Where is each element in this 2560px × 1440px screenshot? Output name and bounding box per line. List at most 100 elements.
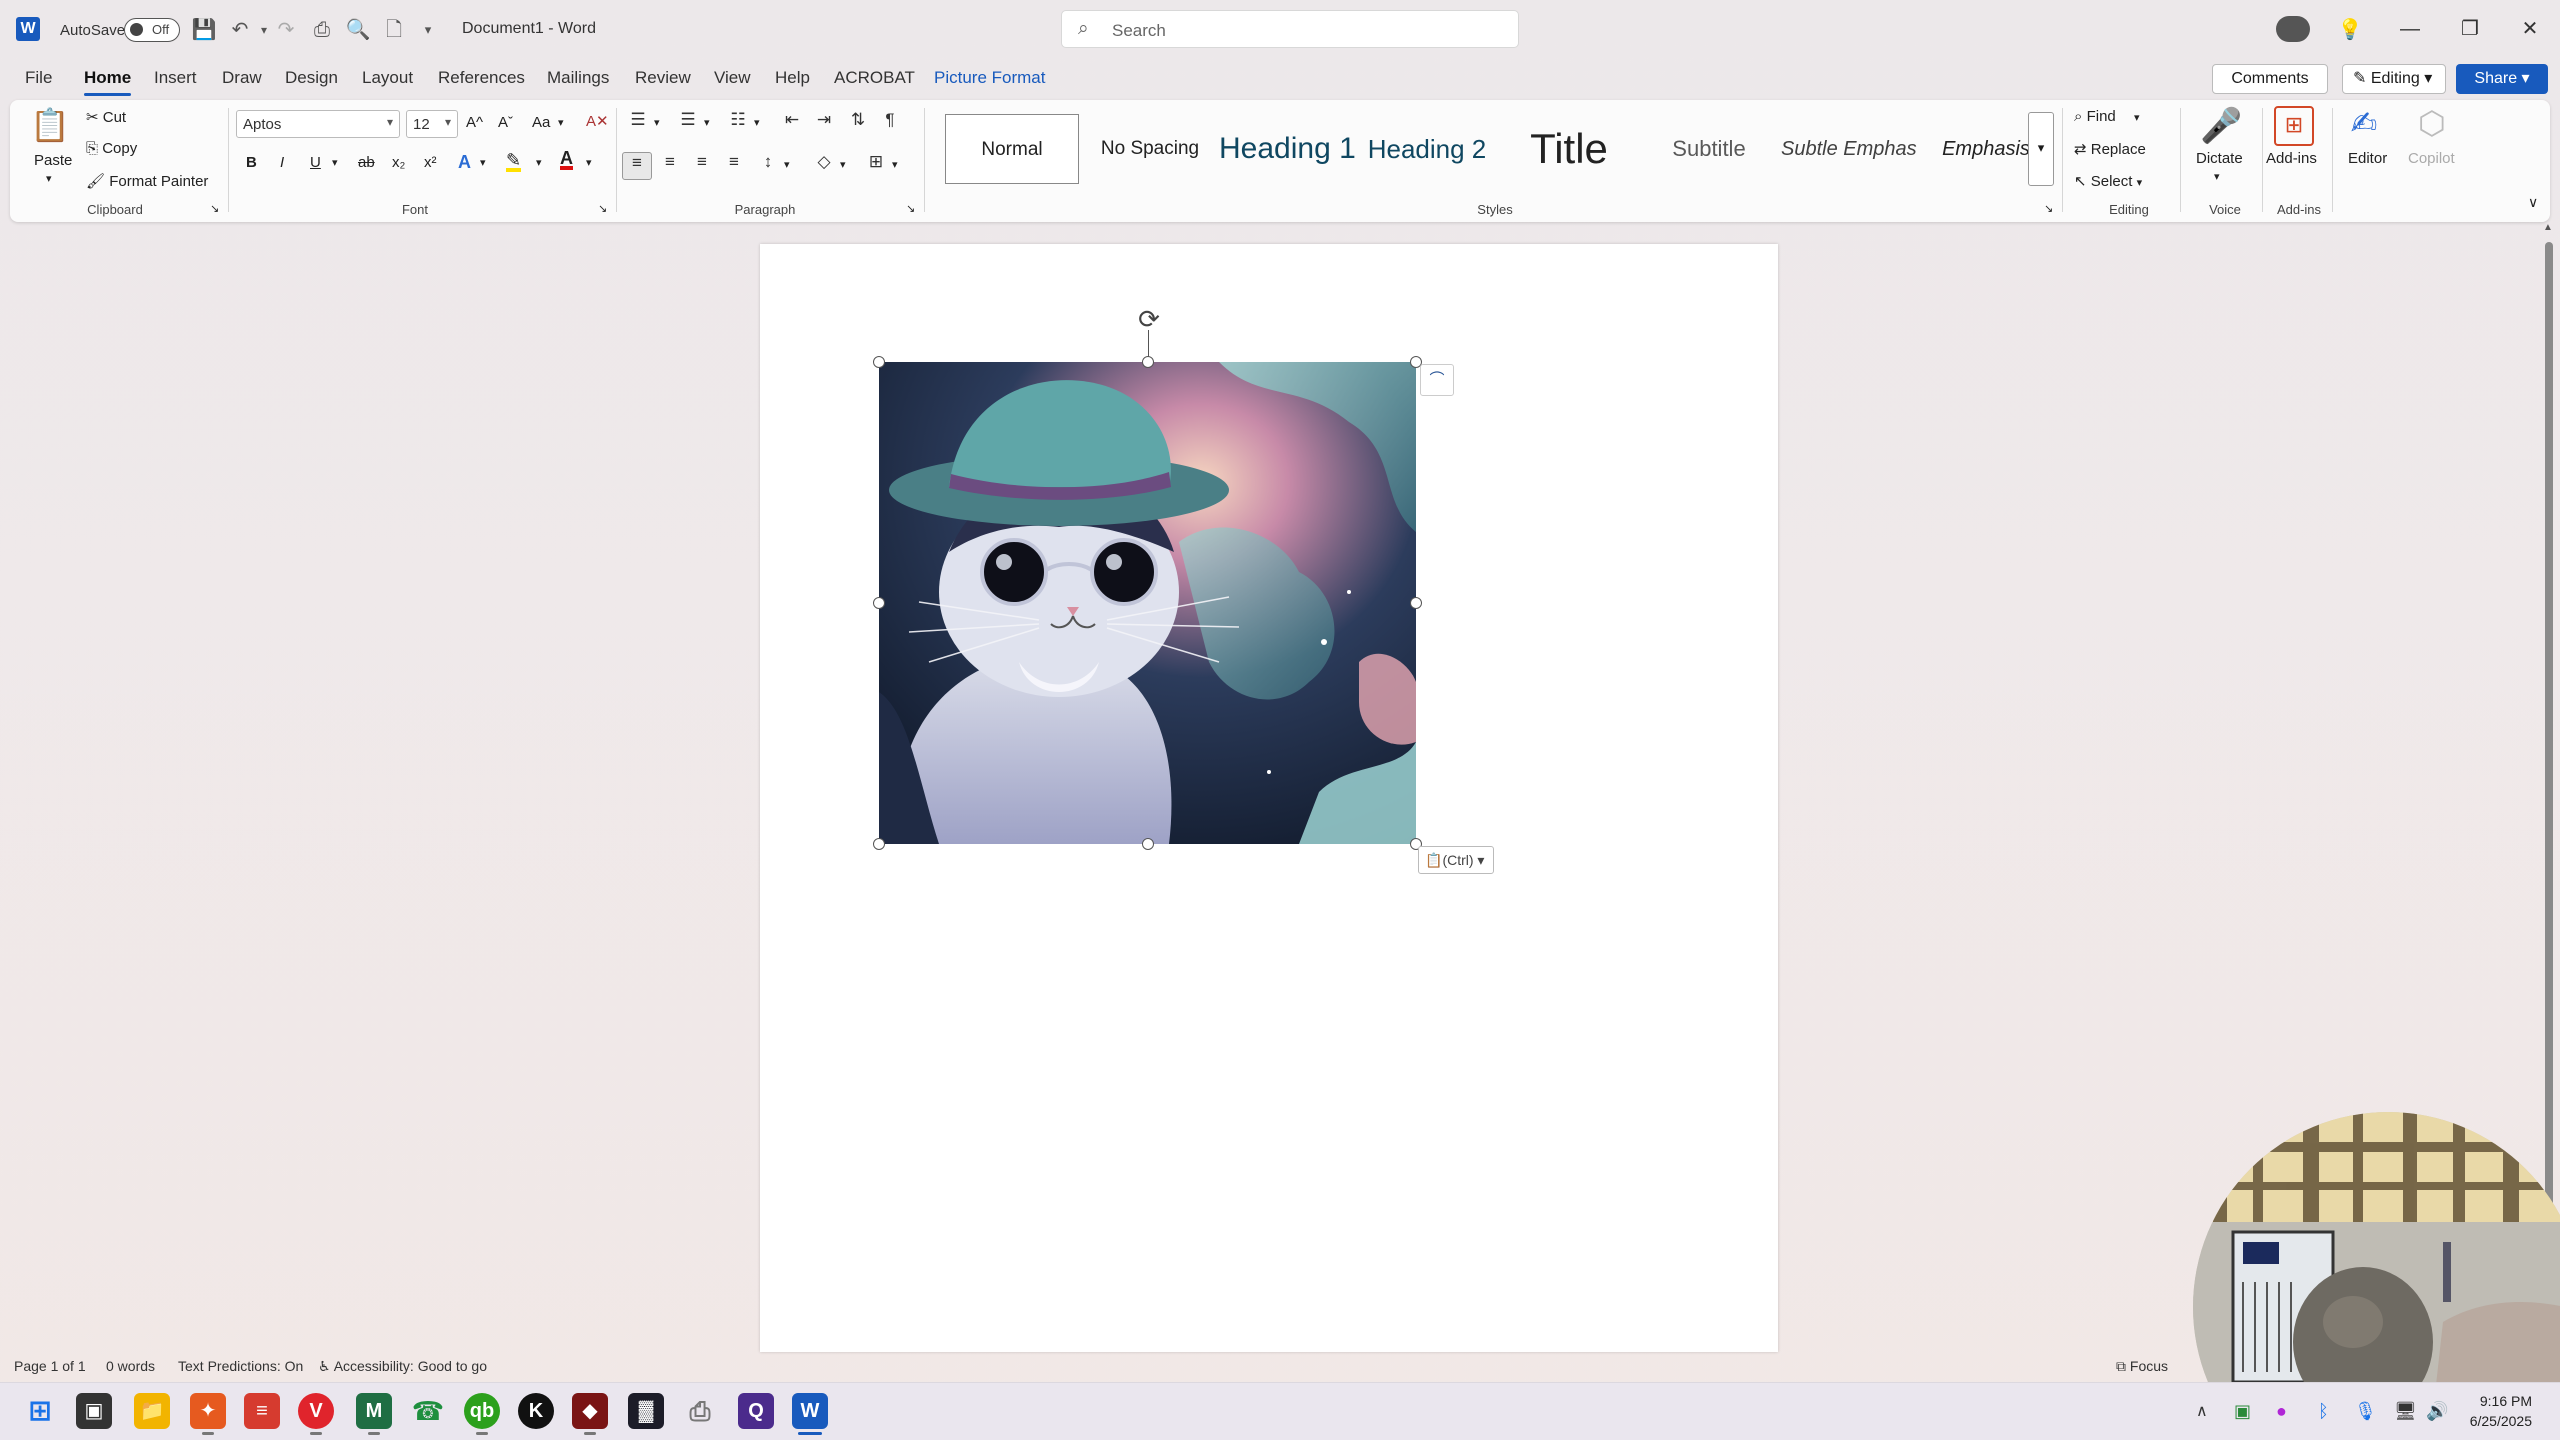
tab-file[interactable]: File bbox=[25, 68, 52, 88]
tab-view[interactable]: View bbox=[714, 68, 751, 88]
bullets-icon[interactable]: ☰ bbox=[624, 110, 652, 130]
cut-button[interactable]: ✂ Cut bbox=[86, 108, 126, 126]
layout-options-icon[interactable]: ⌒ bbox=[1420, 364, 1454, 396]
paste-button[interactable]: Paste bbox=[34, 152, 72, 169]
dictate-button[interactable]: Dictate bbox=[2196, 150, 2243, 167]
word-taskbar-icon[interactable]: W bbox=[792, 1393, 828, 1429]
redo-icon[interactable]: ↷ bbox=[272, 16, 300, 44]
editor-icon[interactable]: ✍ bbox=[2344, 104, 2384, 142]
resize-handle-left[interactable] bbox=[873, 597, 885, 609]
multilevel-dropdown-icon[interactable]: ▾ bbox=[754, 116, 760, 129]
todoist-icon[interactable]: ≡ bbox=[244, 1393, 280, 1429]
align-center-icon[interactable]: ≡ bbox=[656, 152, 684, 172]
lightbulb-icon[interactable]: 💡 bbox=[2336, 16, 2364, 44]
paste-dropdown-icon[interactable]: ▾ bbox=[46, 172, 52, 185]
font-color-icon[interactable]: A bbox=[560, 149, 573, 170]
customize-qat-icon[interactable]: ▾ bbox=[414, 16, 442, 44]
app-dark-icon[interactable]: ▓ bbox=[628, 1393, 664, 1429]
autosave-toggle[interactable]: Off bbox=[124, 18, 180, 42]
tab-layout[interactable]: Layout bbox=[362, 68, 413, 88]
addins-icon[interactable]: ⊞ bbox=[2274, 106, 2314, 146]
resize-handle-top[interactable] bbox=[1142, 356, 1154, 368]
line-spacing-dropdown-icon[interactable]: ▾ bbox=[784, 158, 790, 171]
style-heading-1[interactable]: Heading 1 bbox=[1219, 114, 1355, 184]
share-button[interactable]: Share ▾ bbox=[2456, 64, 2548, 94]
copilot-button[interactable]: Copilot bbox=[2408, 150, 2455, 167]
change-case-dropdown-icon[interactable]: ▾ bbox=[558, 116, 564, 129]
tab-references[interactable]: References bbox=[438, 68, 525, 88]
tray-color-icon[interactable]: ● bbox=[2276, 1401, 2287, 1422]
collapse-ribbon-icon[interactable]: ∨ bbox=[2528, 194, 2538, 211]
change-case-button[interactable]: Aa bbox=[532, 114, 550, 131]
task-view-icon[interactable]: ▣ bbox=[76, 1393, 112, 1429]
save-icon[interactable]: 💾 bbox=[190, 16, 218, 44]
bullets-dropdown-icon[interactable]: ▾ bbox=[654, 116, 660, 129]
line-spacing-icon[interactable]: ↕ bbox=[754, 152, 782, 172]
borders-dropdown-icon[interactable]: ▾ bbox=[892, 158, 898, 171]
align-right-icon[interactable]: ≡ bbox=[688, 152, 716, 172]
style-normal[interactable]: Normal bbox=[945, 114, 1079, 184]
printer-icon[interactable]: ⎙ bbox=[682, 1393, 718, 1429]
microphone-icon[interactable]: 🎤 bbox=[2200, 106, 2242, 146]
styles-launcher-icon[interactable]: ↘ bbox=[2044, 202, 2053, 215]
clear-formatting-icon[interactable]: A✕ bbox=[586, 112, 609, 130]
show-hidden-icons-icon[interactable]: ∧ bbox=[2196, 1401, 2208, 1421]
style-subtitle[interactable]: Subtitle bbox=[1641, 114, 1777, 184]
tab-draw[interactable]: Draw bbox=[222, 68, 262, 88]
subscript-button[interactable]: x₂ bbox=[392, 154, 405, 171]
phone-icon[interactable]: ☎ bbox=[410, 1393, 446, 1429]
app-purple-icon[interactable]: Q bbox=[738, 1393, 774, 1429]
numbering-dropdown-icon[interactable]: ▾ bbox=[704, 116, 710, 129]
paste-options-button[interactable]: 📋(Ctrl) ▾ bbox=[1418, 846, 1494, 874]
select-button[interactable]: ↖ Select ▾ bbox=[2074, 172, 2142, 190]
highlight-dropdown-icon[interactable]: ▾ bbox=[536, 156, 542, 169]
font-color-dropdown-icon[interactable]: ▾ bbox=[586, 156, 592, 169]
justify-icon[interactable]: ≡ bbox=[720, 152, 748, 172]
resize-handle-bottom-left[interactable] bbox=[873, 838, 885, 850]
vertical-scrollbar[interactable]: ▲ bbox=[2540, 222, 2560, 1367]
increase-indent-icon[interactable]: ⇥ bbox=[810, 110, 838, 130]
text-predictions[interactable]: Text Predictions: On bbox=[178, 1358, 303, 1374]
italic-button[interactable]: I bbox=[280, 154, 284, 171]
style-subtle-emphasis[interactable]: Subtle Emphasis bbox=[1781, 114, 1917, 184]
tab-review[interactable]: Review bbox=[635, 68, 691, 88]
numbering-icon[interactable]: ☰ bbox=[674, 110, 702, 130]
search-box[interactable]: ⌕ Search bbox=[1061, 10, 1519, 48]
paragraph-launcher-icon[interactable]: ↘ bbox=[906, 202, 915, 215]
close-icon[interactable]: ✕ bbox=[2510, 12, 2550, 46]
file-explorer-icon[interactable]: 📁 bbox=[134, 1393, 170, 1429]
network-icon[interactable]: 🖥 bbox=[2394, 1401, 2417, 1422]
shading-icon[interactable]: ◇ bbox=[810, 152, 838, 172]
restore-icon[interactable]: ❐ bbox=[2450, 12, 2490, 46]
print-icon[interactable]: ⎙ bbox=[308, 16, 336, 44]
account-avatar[interactable] bbox=[2276, 16, 2310, 42]
tab-insert[interactable]: Insert bbox=[154, 68, 197, 88]
bluetooth-icon[interactable]: ᛒ bbox=[2318, 1401, 2329, 1422]
comments-button[interactable]: Comments bbox=[2212, 64, 2328, 94]
app-k-icon[interactable]: K bbox=[518, 1393, 554, 1429]
tab-design[interactable]: Design bbox=[285, 68, 338, 88]
resize-handle-bottom[interactable] bbox=[1142, 838, 1154, 850]
paste-icon[interactable]: 📋 bbox=[30, 106, 70, 146]
focus-button[interactable]: ⧉ Focus bbox=[2116, 1358, 2168, 1375]
scroll-up-icon[interactable]: ▲ bbox=[2543, 222, 2553, 233]
selected-picture[interactable] bbox=[879, 362, 1416, 844]
tab-picture-format[interactable]: Picture Format bbox=[934, 68, 1045, 88]
styles-more-icon[interactable]: ▾ bbox=[2028, 112, 2054, 186]
dictate-dropdown-icon[interactable]: ▾ bbox=[2214, 170, 2220, 183]
underline-dropdown-icon[interactable]: ▾ bbox=[332, 156, 338, 169]
copy-button[interactable]: ⎘ Copy bbox=[86, 140, 137, 157]
style-title[interactable]: Title bbox=[1501, 114, 1637, 184]
tab-mailings[interactable]: Mailings bbox=[547, 68, 609, 88]
shrink-font-button[interactable]: Aˇ bbox=[498, 114, 513, 131]
app-red-icon[interactable]: ◆ bbox=[572, 1393, 608, 1429]
windows-start-icon[interactable]: ⊞ bbox=[22, 1393, 58, 1429]
clipboard-launcher-icon[interactable]: ↘ bbox=[210, 202, 219, 215]
grow-font-button[interactable]: A^ bbox=[466, 114, 483, 131]
text-effects-dropdown-icon[interactable]: ▾ bbox=[480, 156, 486, 169]
tab-acrobat[interactable]: ACROBAT bbox=[834, 68, 915, 88]
text-effects-icon[interactable]: A bbox=[458, 152, 471, 173]
find-button[interactable]: ⌕ Find ▾ bbox=[2074, 108, 2139, 125]
addins-button[interactable]: Add-ins bbox=[2266, 150, 2317, 167]
print-preview-icon[interactable]: 🔍 bbox=[344, 16, 372, 44]
